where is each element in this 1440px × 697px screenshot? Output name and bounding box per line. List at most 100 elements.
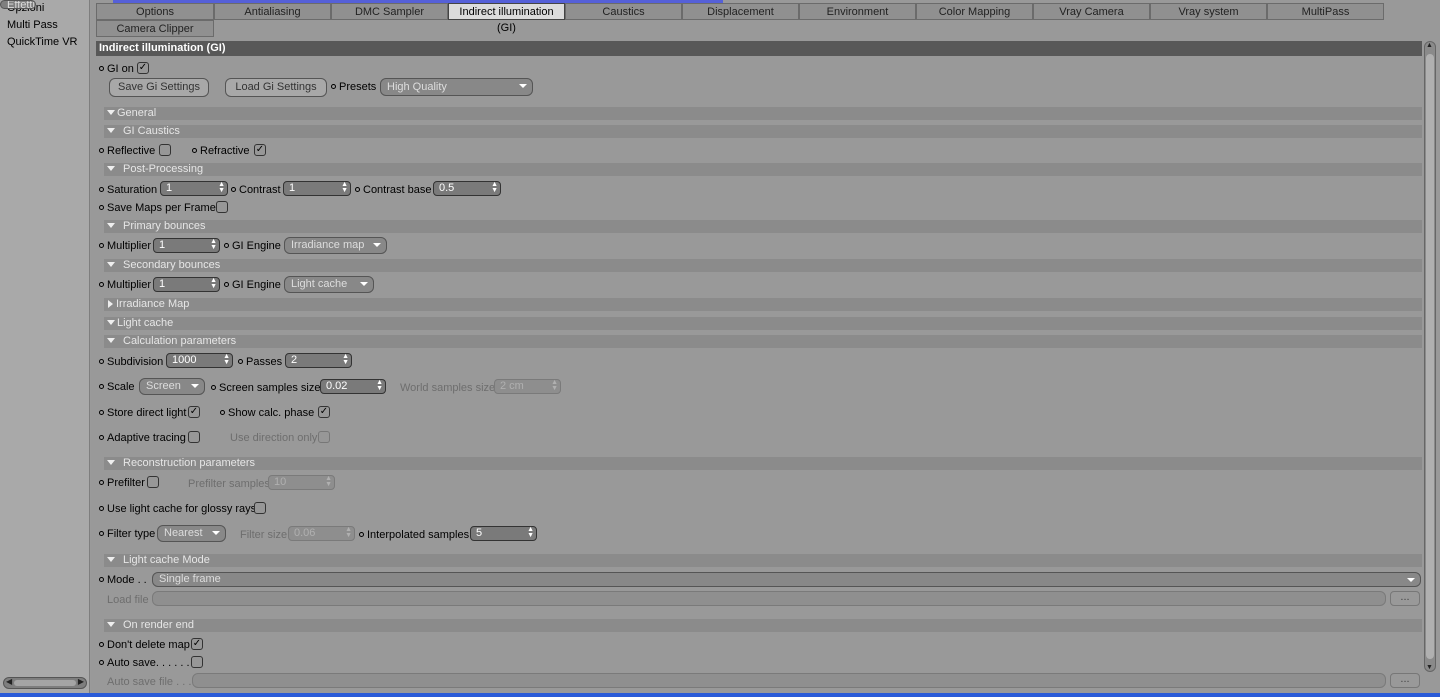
store-direct-light-checkbox[interactable]: ✓ [188, 406, 200, 418]
sidebar-item-effetti[interactable]: Effetti [0, 0, 36, 9]
contrast-label: Contrast [231, 183, 281, 197]
scrollbar-thumb[interactable] [1426, 54, 1434, 659]
sidebar-horizontal-scrollbar[interactable]: ◀ ▶ [3, 677, 87, 689]
tab-multipass[interactable]: MultiPass [1267, 3, 1384, 20]
param-dot-icon [99, 659, 104, 665]
expanded-triangle-icon [107, 460, 115, 466]
spinner-arrows-icon[interactable]: ▲ ▼ [551, 379, 558, 392]
load-file-field[interactable] [152, 591, 1386, 606]
use-direction-only-checkbox[interactable] [318, 431, 330, 443]
param-dot-icon [99, 641, 104, 647]
load-file-browse-button[interactable]: ... [1390, 591, 1420, 606]
scroll-down-icon[interactable]: ▼ [1426, 664, 1433, 671]
section-light-cache[interactable]: Light cache [104, 317, 1422, 330]
section-general[interactable]: General [104, 107, 1422, 120]
save-maps-checkbox[interactable] [216, 201, 228, 213]
auto-save-file-field[interactable] [192, 673, 1386, 688]
scroll-up-icon[interactable]: ▲ [1426, 42, 1433, 49]
scroll-left-icon[interactable]: ◀ [6, 677, 12, 686]
section-on-render-end[interactable]: On render end [104, 619, 1422, 632]
reflective-text: Reflective [107, 145, 156, 157]
section-primary-bounces[interactable]: Primary bounces [104, 220, 1422, 233]
tab-indirect-illumination[interactable]: Indirect illumination (GI) [448, 3, 565, 34]
gi-on-checkbox[interactable]: ✓ [137, 62, 149, 74]
spinner-arrows-icon[interactable]: ▲ ▼ [210, 238, 217, 251]
prefilter-checkbox[interactable] [147, 476, 159, 488]
spinner-arrows-icon[interactable]: ▲ ▼ [527, 526, 534, 539]
save-gi-settings-button[interactable]: Save Gi Settings [109, 78, 209, 97]
reflective-checkbox[interactable] [159, 144, 171, 156]
saturation-input[interactable]: 1 ▲ ▼ [160, 181, 228, 196]
subdivision-input[interactable]: 1000 ▲ ▼ [166, 353, 233, 368]
auto-save-checkbox[interactable] [191, 656, 203, 668]
prefilter-samples-label: Prefilter samples [188, 478, 270, 490]
spinner-arrows-icon[interactable]: ▲ ▼ [325, 475, 332, 488]
spinner-arrows-icon[interactable]: ▲ ▼ [376, 379, 383, 392]
primary-multiplier-input[interactable]: 1 ▲ ▼ [153, 238, 220, 253]
dont-delete-map-checkbox[interactable]: ✓ [191, 638, 203, 650]
passes-input[interactable]: 2 ▲ ▼ [285, 353, 352, 368]
spinner-arrows-icon[interactable]: ▲ ▼ [341, 181, 348, 194]
tab-dmc-sampler[interactable]: DMC Sampler [331, 3, 448, 20]
refractive-checkbox[interactable]: ✓ [254, 144, 266, 156]
tab-options[interactable]: Options [96, 3, 214, 20]
tab-antialiasing[interactable]: Antialiasing [214, 3, 331, 20]
section-light-cache-mode[interactable]: Light cache Mode [104, 554, 1422, 567]
expanded-triangle-icon [107, 338, 115, 344]
secondary-multiplier-input[interactable]: 1 ▲ ▼ [153, 277, 220, 292]
spinner-arrows-icon[interactable]: ▲ ▼ [218, 181, 225, 194]
sidebar-item-quicktime-vr[interactable]: QuickTime VR [0, 34, 89, 51]
section-post-processing[interactable]: Post-Processing [104, 163, 1422, 176]
scrollbar-thumb[interactable] [14, 680, 76, 686]
save-maps-label: Save Maps per Frame [99, 201, 216, 215]
tab-color-mapping[interactable]: Color Mapping [916, 3, 1033, 20]
filter-size-input[interactable]: 0.06 ▲ ▼ [288, 526, 355, 541]
spinner-arrows-icon[interactable]: ▲ ▼ [491, 181, 498, 194]
vertical-scrollbar[interactable]: ▲ ▼ [1424, 41, 1436, 672]
contrast-base-input[interactable]: 0.5 ▲ ▼ [433, 181, 501, 196]
adaptive-tracing-checkbox[interactable] [188, 431, 200, 443]
spinner-arrows-icon[interactable]: ▲ ▼ [223, 353, 230, 366]
interpolated-samples-input[interactable]: 5 ▲ ▼ [470, 526, 537, 541]
chevron-down-icon [1407, 578, 1415, 582]
sidebar-item-multi-pass[interactable]: Multi Pass [0, 17, 89, 34]
load-gi-settings-button[interactable]: Load Gi Settings [225, 78, 327, 97]
filter-type-select[interactable]: Nearest [157, 525, 226, 542]
section-reconstruction-parameters[interactable]: Reconstruction parameters [104, 457, 1422, 470]
section-gi-caustics[interactable]: GI Caustics [104, 125, 1422, 138]
mode-select[interactable]: Single frame [152, 572, 1421, 587]
param-dot-icon [192, 147, 197, 153]
expanded-triangle-icon [107, 110, 115, 116]
auto-save-file-browse-button[interactable]: ... [1390, 673, 1420, 688]
tab-environment[interactable]: Environment [799, 3, 916, 20]
tab-vray-system[interactable]: Vray system [1150, 3, 1267, 20]
saturation-label: Saturation [99, 183, 157, 197]
primary-engine-select[interactable]: Irradiance map [284, 237, 387, 254]
tab-displacement[interactable]: Displacement [682, 3, 799, 20]
glossy-rays-checkbox[interactable] [254, 502, 266, 514]
section-calculation-parameters[interactable]: Calculation parameters [104, 335, 1422, 348]
spinner-arrows-icon[interactable]: ▲ ▼ [345, 526, 352, 539]
presets-select[interactable]: High Quality [380, 78, 533, 96]
section-secondary-bounces[interactable]: Secondary bounces [104, 259, 1422, 272]
contrast-base-label: Contrast base [355, 183, 431, 197]
contrast-input[interactable]: 1 ▲ ▼ [283, 181, 351, 196]
prefilter-text: Prefilter [107, 477, 145, 489]
screen-samples-input[interactable]: 0.02 ▲ ▼ [320, 379, 386, 394]
section-lc-mode-label: Light cache Mode [123, 554, 210, 566]
param-dot-icon [99, 479, 104, 485]
section-irradiance-map[interactable]: Irradiance Map [104, 298, 1422, 311]
scroll-right-icon[interactable]: ▶ [78, 677, 84, 686]
presets-text: Presets [339, 81, 377, 93]
tab-caustics[interactable]: Caustics [565, 3, 682, 20]
section-primary-label: Primary bounces [123, 220, 206, 232]
tab-vray-camera[interactable]: Vray Camera [1033, 3, 1150, 20]
scale-select[interactable]: Screen [139, 378, 205, 395]
tab-camera-clipper[interactable]: Camera Clipper [96, 20, 214, 37]
secondary-engine-select[interactable]: Light cache [284, 276, 374, 293]
show-calc-phase-checkbox[interactable]: ✓ [318, 406, 330, 418]
spinner-arrows-icon[interactable]: ▲ ▼ [210, 277, 217, 290]
prefilter-samples-input[interactable]: 10 ▲ ▼ [268, 475, 335, 490]
world-samples-input[interactable]: 2 cm ▲ ▼ [494, 379, 561, 394]
spinner-arrows-icon[interactable]: ▲ ▼ [342, 353, 349, 366]
